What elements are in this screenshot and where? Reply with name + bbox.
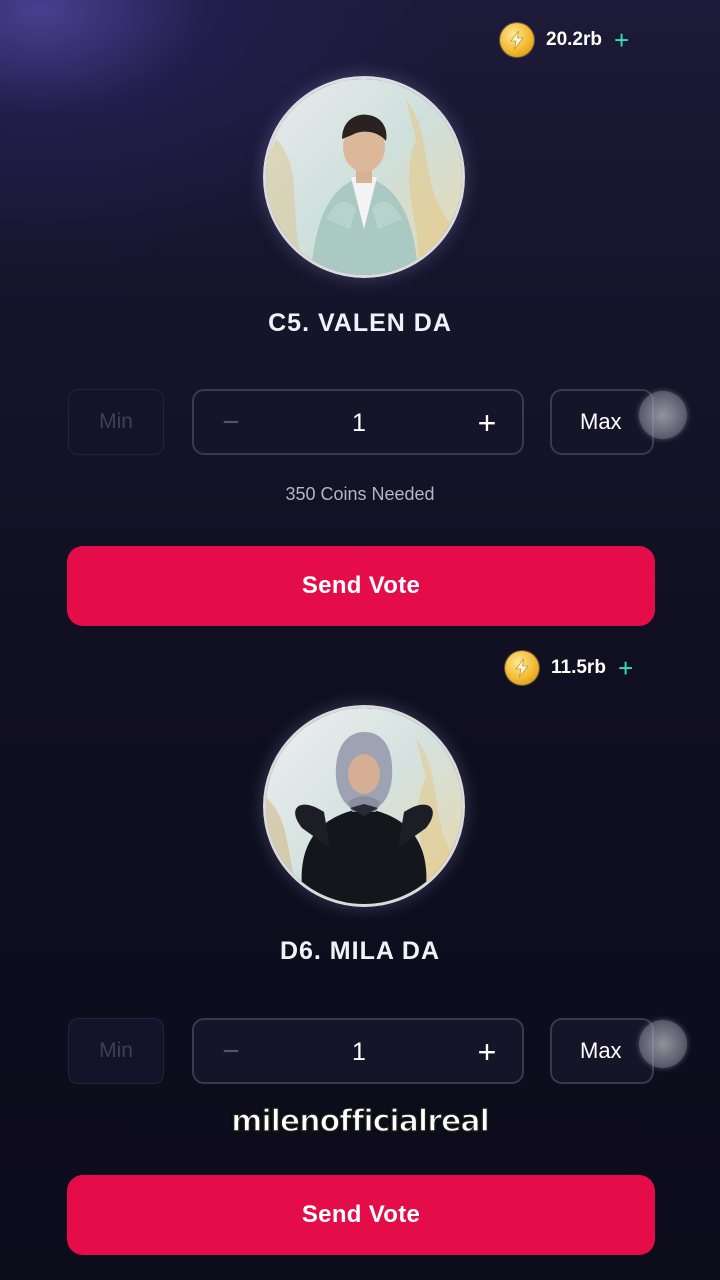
- contestant-name: D6. MILA DA: [279, 937, 441, 965]
- lightning-coin-icon: [500, 23, 534, 57]
- contestant-name: C5. VALEN DA: [268, 309, 452, 337]
- avatar: [263, 76, 465, 278]
- lightning-coin-icon: [505, 651, 539, 685]
- watermark-text: milenofficialreal: [230, 1103, 490, 1140]
- min-button[interactable]: Min: [68, 1018, 164, 1084]
- coins-needed-text: 350 Coins Needed: [285, 484, 435, 504]
- quantity-stepper[interactable]: − 1 +: [192, 1018, 524, 1084]
- touch-indicator: [639, 1020, 687, 1068]
- quantity-value[interactable]: 1: [294, 405, 424, 441]
- increment-button[interactable]: +: [472, 405, 502, 441]
- decrement-button[interactable]: −: [216, 405, 246, 441]
- quantity-value[interactable]: 1: [294, 1034, 424, 1070]
- coin-balance-value: 11.5rb: [551, 657, 606, 678]
- plus-icon[interactable]: +: [614, 27, 629, 53]
- min-button[interactable]: Min: [68, 389, 164, 455]
- max-button[interactable]: Max: [550, 1018, 654, 1084]
- send-vote-button[interactable]: Send Vote: [67, 1175, 655, 1255]
- send-vote-button[interactable]: Send Vote: [67, 546, 655, 626]
- coin-balance[interactable]: 11.5rb +: [505, 651, 633, 685]
- touch-indicator: [639, 391, 687, 439]
- coin-balance[interactable]: 20.2rb +: [500, 23, 629, 57]
- quantity-stepper[interactable]: − 1 +: [192, 389, 524, 455]
- decrement-button[interactable]: −: [216, 1034, 246, 1070]
- avatar: [263, 705, 465, 907]
- increment-button[interactable]: +: [472, 1034, 502, 1070]
- max-button[interactable]: Max: [550, 389, 654, 455]
- quantity-row: Min − 1 + Max: [0, 389, 720, 455]
- plus-icon[interactable]: +: [618, 655, 633, 681]
- coin-balance-value: 20.2rb: [546, 29, 602, 50]
- quantity-row: Min − 1 + Max: [0, 1018, 720, 1084]
